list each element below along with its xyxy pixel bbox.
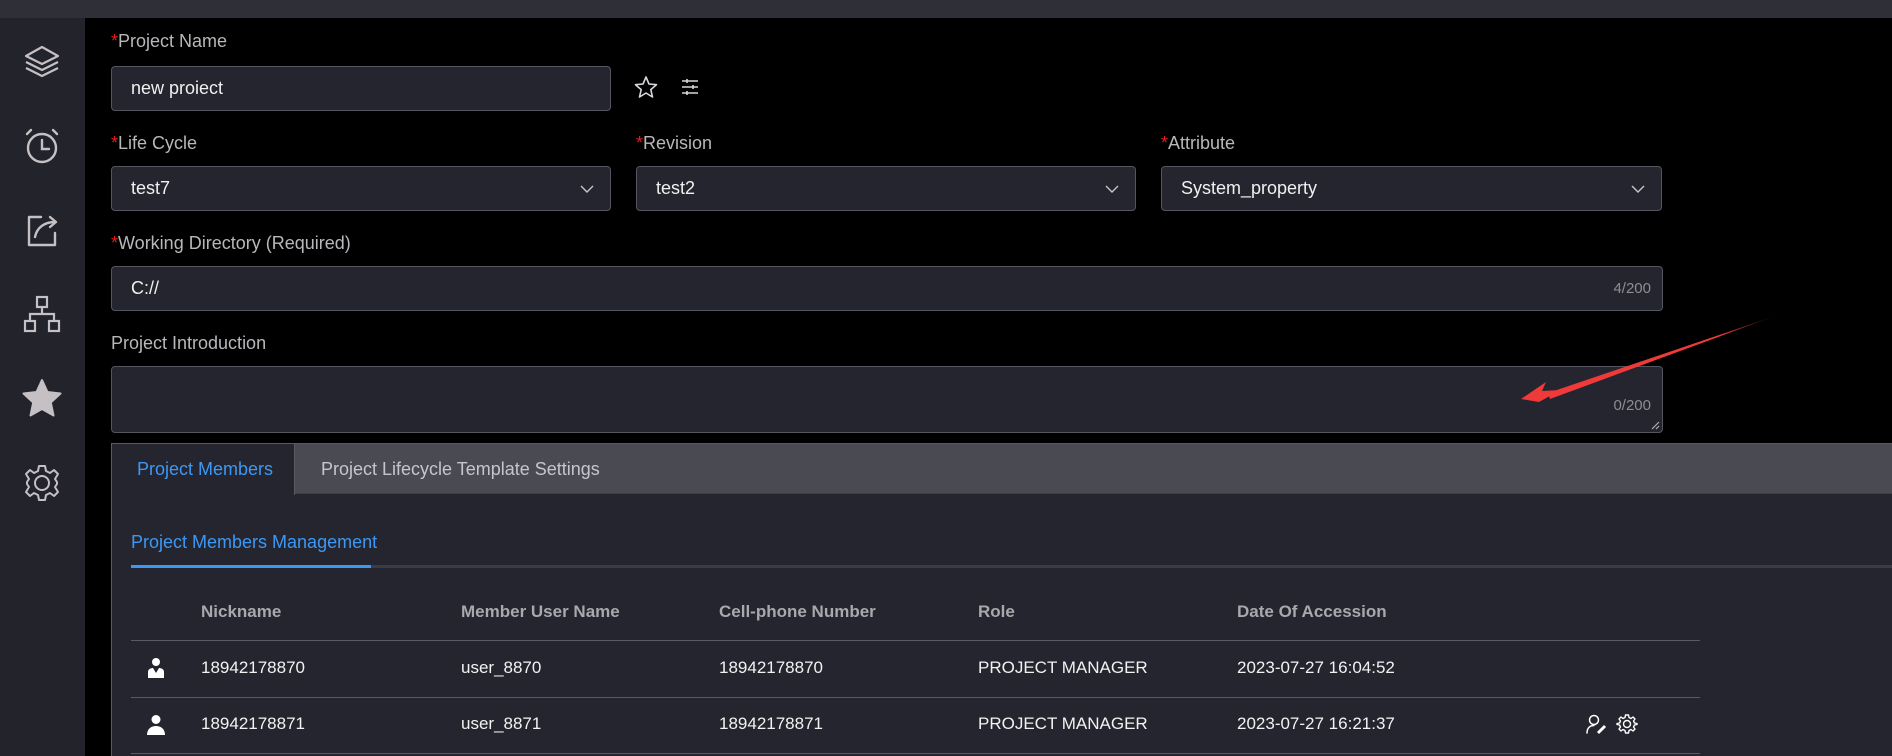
resize-handle-icon[interactable] bbox=[1651, 421, 1660, 430]
cell-nickname: 18942178870 bbox=[201, 658, 306, 677]
project-introduction-label: Project Introduction bbox=[111, 333, 267, 353]
chevron-down-icon bbox=[580, 185, 594, 193]
sidebar-item-structure[interactable] bbox=[17, 289, 67, 339]
hierarchy-icon bbox=[23, 295, 61, 333]
column-header-role[interactable]: Role bbox=[978, 602, 1015, 622]
subtab-members-management[interactable]: Project Members Management bbox=[131, 532, 377, 553]
subtab-active-indicator bbox=[131, 565, 371, 568]
cell-nickname: 18942178871 bbox=[201, 714, 306, 733]
working-directory-label: *Working Directory (Required) bbox=[111, 233, 351, 253]
revision-label: *Revision bbox=[636, 133, 713, 153]
life-cycle-select[interactable]: test7 bbox=[111, 166, 611, 211]
life-cycle-label: *Life Cycle bbox=[111, 133, 198, 153]
column-header-date-of-accession[interactable]: Date Of Accession bbox=[1237, 602, 1387, 622]
sliders-icon[interactable] bbox=[677, 74, 703, 100]
row-divider bbox=[131, 753, 1700, 754]
column-header-member-user-name[interactable]: Member User Name bbox=[461, 602, 620, 622]
tab-project-members[interactable]: Project Members bbox=[112, 444, 295, 495]
chevron-down-icon bbox=[1105, 185, 1119, 193]
tab-lifecycle-template-settings[interactable]: Project Lifecycle Template Settings bbox=[295, 444, 600, 494]
edit-user-icon[interactable] bbox=[1585, 713, 1607, 735]
cell-phone: 18942178870 bbox=[719, 658, 824, 677]
sidebar-item-history[interactable] bbox=[17, 121, 67, 171]
manager-user-icon bbox=[148, 658, 164, 678]
column-header-cell-phone[interactable]: Cell-phone Number bbox=[719, 602, 876, 622]
settings-icon bbox=[25, 465, 59, 501]
settings-icon[interactable] bbox=[1616, 713, 1638, 735]
row-divider bbox=[131, 697, 1700, 698]
char-counter: 4/200 bbox=[1613, 280, 1651, 297]
header-divider bbox=[131, 640, 1700, 641]
revision-select[interactable]: test2 bbox=[636, 166, 1136, 211]
subtab-divider bbox=[131, 565, 1892, 568]
project-introduction-textarea[interactable]: 0/200 bbox=[111, 366, 1663, 433]
star-outline-icon[interactable] bbox=[633, 74, 659, 100]
attribute-select[interactable]: System_property bbox=[1161, 166, 1662, 211]
sidebar-item-share[interactable] bbox=[17, 205, 67, 255]
alarm-clock-icon bbox=[25, 128, 59, 164]
char-counter: 0/200 bbox=[1613, 397, 1651, 414]
user-icon bbox=[147, 715, 165, 735]
project-name-input[interactable]: new proiect bbox=[111, 66, 611, 111]
sidebar bbox=[0, 18, 85, 756]
share-icon bbox=[27, 215, 58, 247]
sidebar-item-layers[interactable] bbox=[17, 37, 67, 87]
cell-phone: 18942178871 bbox=[719, 714, 824, 733]
cell-date: 2023-07-27 16:04:52 bbox=[1237, 658, 1395, 677]
tab-bar: Project Members Project Lifecycle Templa… bbox=[112, 444, 1892, 495]
star-icon bbox=[22, 379, 62, 417]
layers-icon bbox=[24, 45, 60, 78]
cell-date: 2023-07-27 16:21:37 bbox=[1237, 714, 1395, 733]
cell-username: user_8870 bbox=[461, 658, 542, 677]
cell-role: PROJECT MANAGER bbox=[978, 714, 1148, 733]
cell-username: user_8871 bbox=[461, 714, 542, 733]
cell-role: PROJECT MANAGER bbox=[978, 658, 1148, 677]
top-bar bbox=[0, 0, 1892, 18]
sidebar-item-settings[interactable] bbox=[17, 458, 67, 508]
project-name-label: *Project Name bbox=[111, 31, 228, 51]
tabs-panel: Project Members Project Lifecycle Templa… bbox=[111, 443, 1892, 756]
column-header-nickname[interactable]: Nickname bbox=[201, 602, 281, 622]
attribute-label: *Attribute bbox=[1161, 133, 1236, 153]
working-directory-input[interactable]: C:// 4/200 bbox=[111, 266, 1663, 311]
sidebar-item-favorites[interactable] bbox=[17, 373, 67, 423]
chevron-down-icon bbox=[1631, 185, 1645, 193]
